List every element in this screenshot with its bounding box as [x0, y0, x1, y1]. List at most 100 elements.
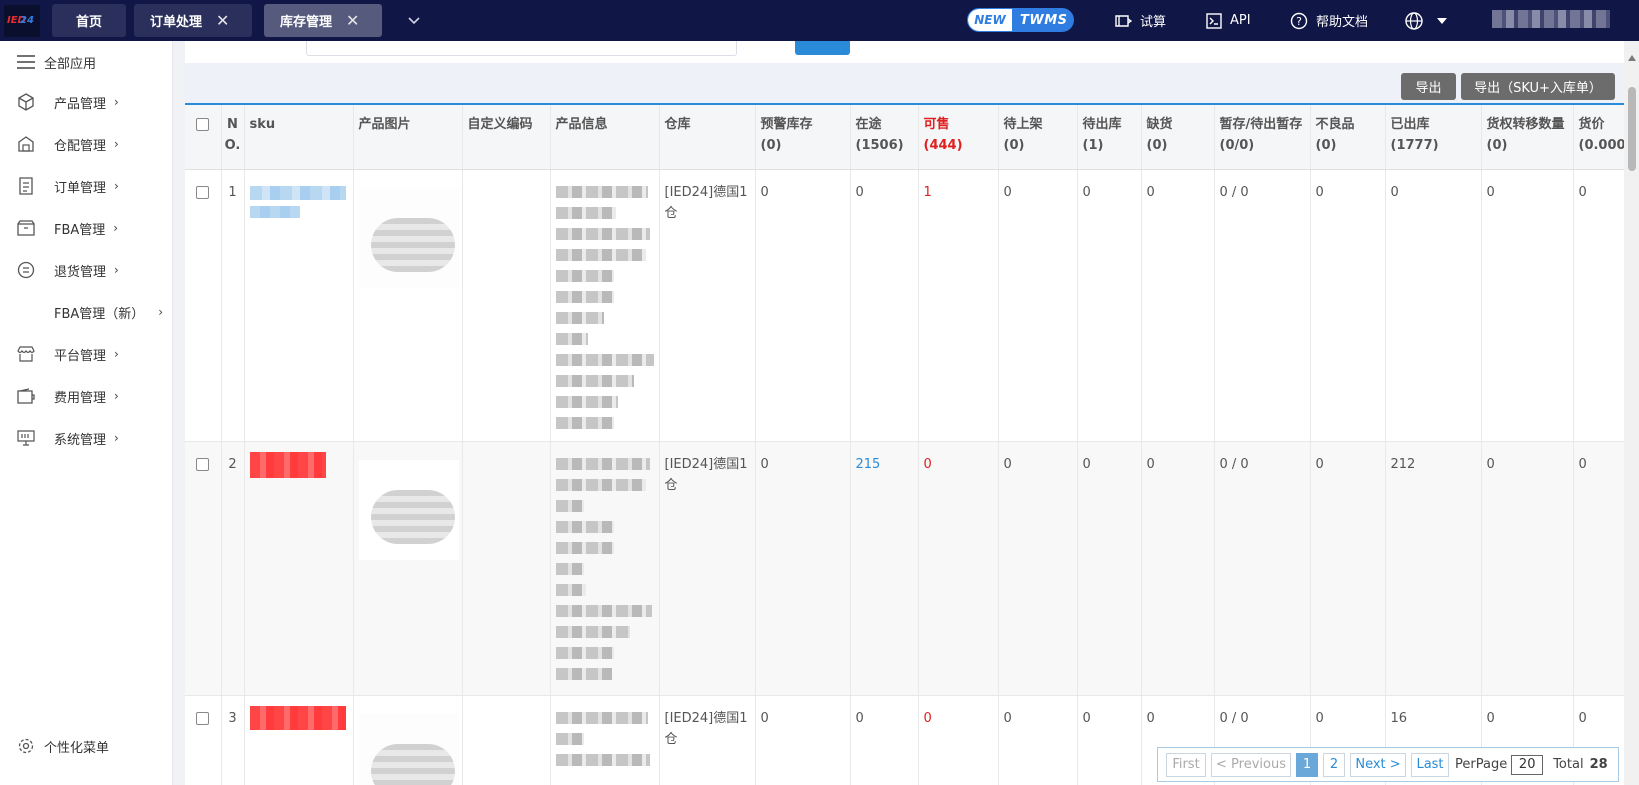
close-icon[interactable]: ✕: [346, 11, 359, 30]
monitor-icon: [16, 428, 36, 448]
svg-text:?: ?: [1296, 15, 1302, 28]
ied24-logo[interactable]: IED 24: [0, 0, 44, 41]
user-account[interactable]: [1492, 10, 1610, 28]
new-twms-badge[interactable]: NEW TWMS: [967, 8, 1074, 32]
caret-down-icon: [1437, 17, 1447, 24]
sidebar-item-orders[interactable]: 订单管理 ›: [0, 171, 173, 201]
tab-inventory-management[interactable]: 库存管理 ✕: [264, 4, 382, 37]
header-product-image: 产品图片: [353, 105, 463, 170]
trial-calc-link[interactable]: 试算: [1114, 0, 1166, 41]
next-page-button[interactable]: Next >: [1350, 752, 1406, 777]
temp-storage: 0 / 0: [1214, 169, 1311, 442]
sidebar-item-label: 费用管理: [54, 390, 107, 406]
cube-icon: [16, 92, 36, 112]
header-pending-out[interactable]: 待出库 (1): [1077, 105, 1142, 170]
terminal-icon: [1206, 12, 1222, 29]
sidebar-item-label: 退货管理: [54, 264, 107, 280]
product-image[interactable]: [353, 441, 463, 696]
wallet-icon: [16, 386, 36, 406]
all-apps-label: 全部应用: [44, 56, 97, 72]
sidebar-item-fba[interactable]: FBA管理 ›: [0, 213, 173, 243]
header-temp-storage[interactable]: 暂存/待出暂存 (0/0): [1214, 105, 1311, 170]
header-shortage[interactable]: 缺货 (0): [1141, 105, 1215, 170]
last-page-button[interactable]: Last: [1411, 752, 1449, 777]
sku-link[interactable]: [244, 441, 354, 696]
box-icon: [16, 218, 36, 238]
pending-shelf: 0: [998, 695, 1078, 785]
sku-link[interactable]: [244, 169, 354, 442]
header-warning-stock[interactable]: 预警库存 (0): [755, 105, 851, 170]
export-button[interactable]: 导出: [1401, 73, 1456, 100]
vertical-scrollbar[interactable]: [1624, 41, 1639, 785]
sidebar-item-fba-new[interactable]: FBA管理（新） ›: [0, 297, 173, 327]
header-defective[interactable]: 不良品 (0): [1310, 105, 1386, 170]
row-checkbox[interactable]: [185, 169, 222, 442]
close-icon[interactable]: ✕: [216, 11, 229, 30]
store-icon: [16, 344, 36, 364]
in-transit: 0: [850, 695, 919, 785]
tab-home[interactable]: 首页: [52, 4, 126, 37]
header-shipped[interactable]: 已出库 (1777): [1385, 105, 1482, 170]
menu-icon: [16, 52, 36, 72]
sidebar-item-product[interactable]: 产品管理 ›: [0, 87, 173, 117]
defective: 0: [1310, 169, 1386, 442]
ownership-transfer: 0: [1481, 441, 1574, 696]
sidebar-item-platform[interactable]: 平台管理 ›: [0, 339, 173, 369]
table-header-row: N O. sku 产品图片 自定义编码 产品信息 仓库 预警库存 (0) 在途 (15…: [185, 105, 1624, 170]
header-ownership-transfer[interactable]: 货权转移数量 (0): [1481, 105, 1574, 170]
personalize-menu[interactable]: 个性化菜单: [0, 731, 173, 761]
row-checkbox[interactable]: [185, 441, 222, 696]
per-page-input[interactable]: 20: [1511, 754, 1544, 775]
page-1-button[interactable]: 1: [1296, 752, 1318, 777]
language-selector[interactable]: [1404, 0, 1456, 41]
sidebar-item-returns[interactable]: 退货管理 ›: [0, 255, 173, 285]
page-2-button[interactable]: 2: [1323, 752, 1345, 777]
header-price[interactable]: 货价(0.000): [1573, 105, 1624, 170]
personalize-label: 个性化菜单: [44, 740, 110, 756]
scroll-thumb[interactable]: [1628, 87, 1636, 171]
sidebar-item-fees[interactable]: 费用管理 ›: [0, 381, 173, 411]
sellable: 0: [918, 695, 999, 785]
tab-inventory-label: 库存管理: [280, 15, 333, 30]
tab-order-processing[interactable]: 订单处理 ✕: [134, 4, 252, 37]
sidebar-item-label: 产品管理: [54, 96, 107, 112]
chevron-down-icon[interactable]: [408, 14, 420, 28]
chevron-right-icon: ›: [113, 221, 119, 235]
chevron-right-icon: ›: [114, 263, 119, 277]
chevron-right-icon: ›: [114, 179, 119, 193]
shortage: 0: [1141, 441, 1215, 696]
sidebar-item-warehouse[interactable]: 仓配管理 ›: [0, 129, 173, 159]
first-page-button[interactable]: First: [1166, 752, 1206, 777]
header-in-transit[interactable]: 在途 (1506): [850, 105, 919, 170]
pending-out: 0: [1077, 169, 1142, 442]
header-sku[interactable]: sku: [244, 105, 354, 170]
header-pending-shelf[interactable]: 待上架 (0): [998, 105, 1078, 170]
search-button[interactable]: [795, 41, 850, 55]
tab-home-label: 首页: [75, 15, 102, 30]
export-sku-inbound-button[interactable]: 导出（SKU+入库单）: [1461, 73, 1615, 100]
shortage: 0: [1141, 169, 1215, 442]
table-row: 2 [IED24]德国1仓 0 215 0 0 0 0 0 / 0 0 212 …: [185, 441, 1624, 696]
scroll-up-arrow[interactable]: [1628, 55, 1636, 61]
filter-input[interactable]: [306, 41, 737, 56]
in-transit-link[interactable]: 215: [850, 441, 919, 696]
help-docs-link[interactable]: ? 帮助文档: [1290, 0, 1368, 41]
calculator-icon: [1115, 14, 1132, 27]
api-link[interactable]: API: [1206, 0, 1251, 41]
pending-out: 0: [1077, 695, 1142, 785]
warehouse-name: [IED24]德国1仓: [659, 169, 756, 442]
sku-link[interactable]: [244, 695, 354, 785]
chevron-right-icon: ›: [114, 431, 119, 445]
row-checkbox[interactable]: [185, 695, 222, 785]
previous-page-button[interactable]: < Previous: [1211, 752, 1291, 777]
product-image[interactable]: [353, 695, 463, 785]
sidebar-item-system[interactable]: 系统管理 ›: [0, 423, 173, 453]
header-sellable[interactable]: 可售 (444): [918, 105, 999, 170]
row-no: 2: [221, 441, 245, 696]
pagination: First < Previous 1 2 Next > Last PerPage…: [1157, 747, 1619, 782]
select-all-checkbox[interactable]: [185, 105, 222, 170]
chevron-right-icon: ›: [114, 347, 119, 361]
product-image[interactable]: [353, 169, 463, 442]
sidebar-item-all-apps[interactable]: 全部应用: [0, 47, 173, 77]
document-icon: [16, 176, 36, 196]
